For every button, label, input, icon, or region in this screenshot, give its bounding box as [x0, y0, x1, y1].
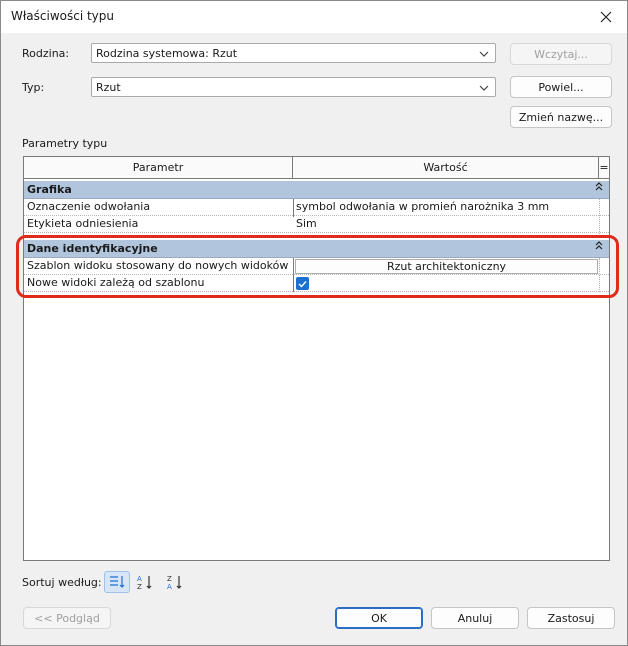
preview-button[interactable]: << Podgląd [23, 607, 111, 629]
param-value[interactable]: symbol odwołania w promień narożnika 3 m… [296, 200, 549, 213]
chevron-down-icon [479, 48, 489, 61]
column-divider [293, 199, 294, 217]
group-header-graphics[interactable]: Grafika [24, 181, 609, 199]
column-divider [293, 258, 294, 292]
group-title: Grafika [27, 183, 72, 196]
view-template-button[interactable]: Rzut architektoniczny [295, 259, 598, 274]
title-bar: Właściwości typu [1, 1, 627, 33]
double-chevron-up-icon[interactable] [595, 241, 603, 253]
group-title: Dane identyfikacyjne [27, 242, 158, 255]
type-parameters-grid: Parametr Wartość = Grafika Oznaczenie od… [23, 156, 610, 561]
table-row[interactable]: Szablon widoku stosowany do nowych widok… [24, 258, 609, 275]
family-value: Rodzina systemowa: Rzut [96, 47, 238, 60]
param-name: Nowe widoki zależą od szablonu [27, 276, 205, 289]
sort-ascending-icon[interactable]: AZ [132, 571, 158, 593]
double-chevron-up-icon[interactable] [595, 182, 603, 194]
dialog-title: Właściwości typu [11, 9, 114, 23]
family-dropdown[interactable]: Rodzina systemowa: Rzut [91, 43, 496, 63]
family-label: Rodzina: [22, 47, 70, 60]
ok-button[interactable]: OK [335, 607, 423, 629]
type-label: Typ: [22, 81, 45, 94]
param-name: Oznaczenie odwołania [27, 200, 151, 213]
checkmark-icon [298, 280, 307, 288]
svg-text:A: A [137, 575, 142, 583]
apply-button[interactable]: Zastosuj [527, 607, 615, 629]
group-header-identity-data[interactable]: Dane identyfikacyjne [24, 240, 609, 258]
sort-descending-icon[interactable]: ZA [162, 571, 188, 593]
svg-text:A: A [167, 583, 172, 590]
type-value: Rzut [96, 81, 121, 94]
param-name: Etykieta odniesienia [27, 217, 139, 230]
column-divider [599, 199, 600, 234]
svg-text:Z: Z [137, 583, 142, 590]
table-row[interactable]: Etykieta odniesienia Sim [24, 216, 609, 233]
duplicate-button[interactable]: Powiel... [510, 76, 612, 98]
column-header-extra[interactable]: = [599, 157, 609, 179]
new-views-dependent-checkbox[interactable] [296, 277, 309, 290]
table-row[interactable]: Oznaczenie odwołania symbol odwołania w … [24, 199, 609, 216]
sort-by-group-icon[interactable] [104, 571, 130, 593]
param-name: Szablon widoku stosowany do nowych widok… [27, 259, 289, 272]
column-header-parameter[interactable]: Parametr [24, 157, 293, 179]
param-value[interactable]: Sim [296, 217, 317, 230]
load-button[interactable]: Wczytaj... [510, 43, 612, 65]
type-dropdown[interactable]: Rzut [91, 77, 496, 97]
sort-label: Sortuj według: [22, 576, 102, 589]
chevron-down-icon [479, 82, 489, 95]
type-properties-dialog: Właściwości typu Rodzina: Rodzina system… [0, 0, 628, 646]
column-divider [599, 258, 600, 292]
column-header-value[interactable]: Wartość [293, 157, 599, 179]
table-row[interactable]: Nowe widoki zależą od szablonu [24, 275, 609, 292]
rename-button[interactable]: Zmień nazwę... [510, 106, 612, 128]
type-parameters-label: Parametry typu [22, 137, 108, 150]
cancel-button[interactable]: Anuluj [431, 607, 519, 629]
svg-text:Z: Z [167, 575, 172, 583]
close-icon[interactable] [595, 6, 617, 28]
